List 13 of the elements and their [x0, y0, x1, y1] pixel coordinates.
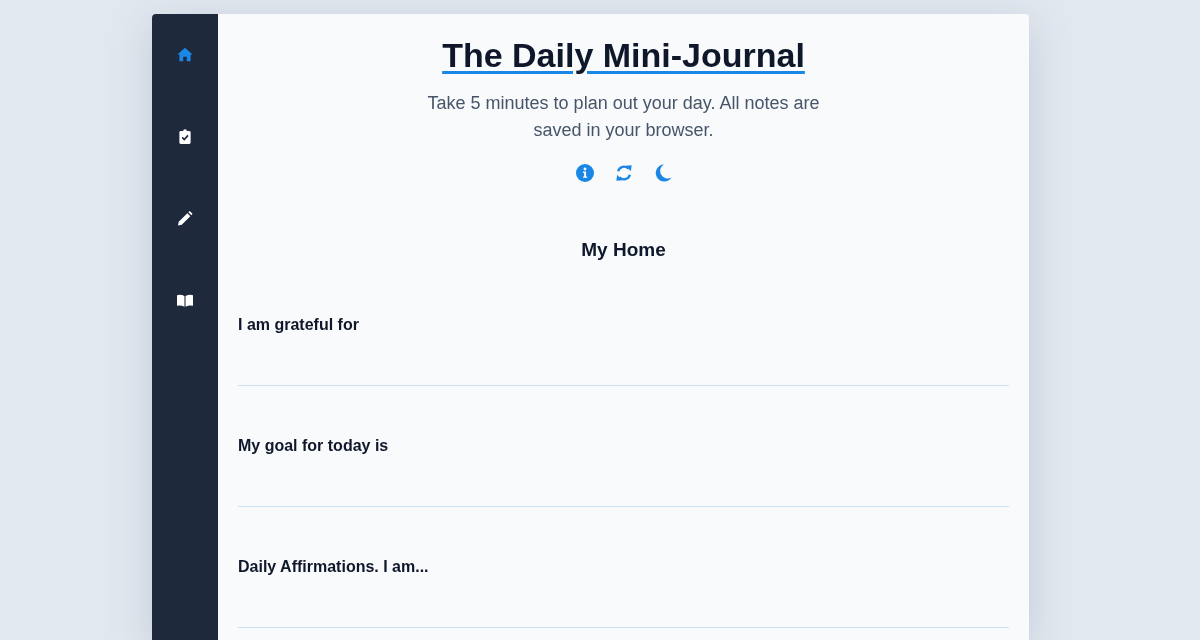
field-label: I am grateful for — [238, 315, 359, 335]
pencil-icon — [177, 210, 193, 226]
open-book-icon — [177, 292, 193, 308]
clipboard-check-icon — [177, 128, 193, 144]
refresh-icon[interactable] — [614, 164, 633, 182]
subtitle: Take 5 minutes to plan out your day. All notes are saved in your browser. — [426, 92, 821, 142]
moon-icon[interactable] — [653, 164, 672, 182]
page-title: The Daily Mini-Journal — [442, 35, 805, 76]
info-icon[interactable] — [575, 164, 594, 182]
field-label: My goal for today is — [238, 436, 389, 456]
section-title: My Home — [581, 238, 666, 262]
field-label: Daily Affirmations. I am... — [238, 557, 429, 577]
home-icon — [177, 46, 193, 62]
